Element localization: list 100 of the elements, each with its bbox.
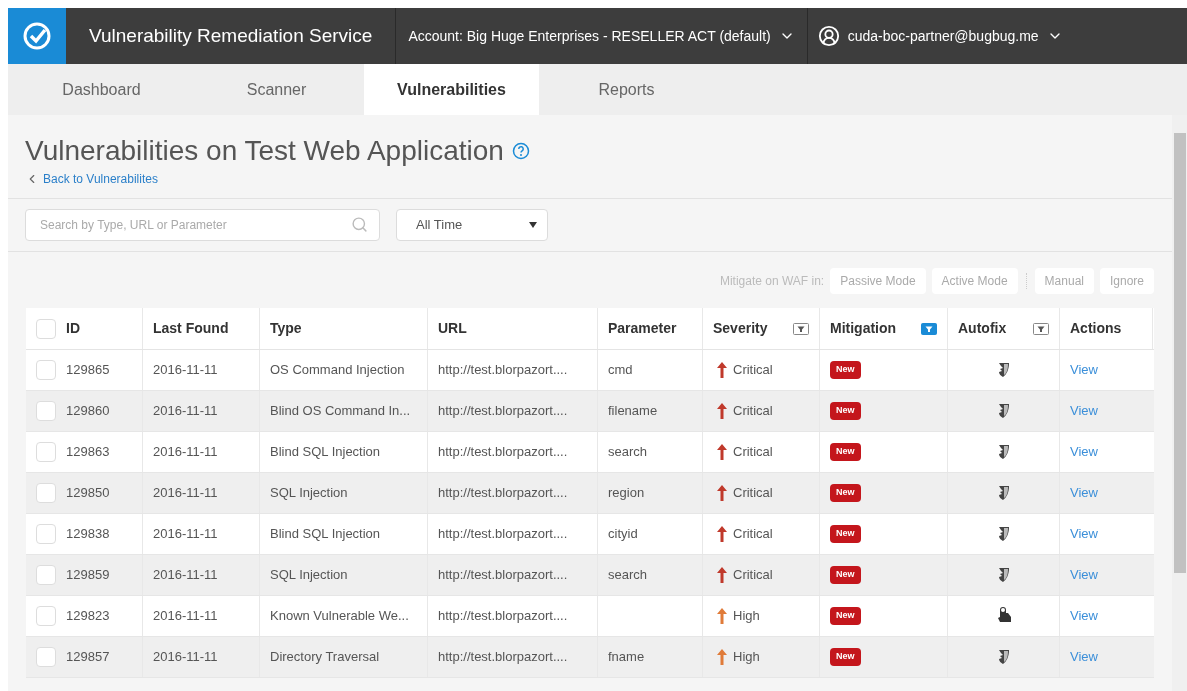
table-cell-text: http://test.blorpazort.... — [438, 361, 568, 380]
severity-label: Critical — [733, 402, 773, 421]
column-header: Type — [270, 319, 302, 338]
table-cell-text: http://test.blorpazort.... — [438, 648, 568, 667]
view-link[interactable]: View — [1070, 524, 1098, 544]
status-badge: New — [830, 566, 861, 584]
search-icon — [351, 216, 368, 233]
table-cell-text: 129823 — [66, 607, 110, 626]
table-row[interactable]: 129838 2016-11-11 Blind SQL Injection http://test.blorpazort.... cityid Critical New View — [26, 514, 1154, 555]
nav-tab[interactable]: Dashboard — [14, 64, 189, 115]
table-row[interactable]: 129865 2016-11-11 OS Command Injection http://test.blorpazort.... cmd Critical New View — [26, 350, 1154, 391]
status-badge: New — [830, 484, 861, 502]
scrollbar-thumb[interactable] — [1173, 133, 1186, 573]
table-cell-text: SQL Injection — [270, 566, 348, 585]
view-link[interactable]: View — [1070, 483, 1098, 503]
checkbox[interactable] — [36, 647, 56, 667]
table-row[interactable]: 129859 2016-11-11 SQL Injection http://test.blorpazort.... search Critical New View — [26, 555, 1154, 596]
table-cell-text: 129838 — [66, 525, 110, 544]
back-link[interactable]: Back to Vulnerabilites — [25, 170, 1155, 188]
search-field[interactable]: Search by Type, URL or Parameter — [25, 209, 380, 241]
severity-label: Critical — [733, 443, 773, 462]
table-cell-text: fname — [608, 648, 645, 667]
table-cell-text: Directory Traversal — [270, 648, 380, 667]
column-header: Parameter — [608, 319, 677, 338]
table-cell-text: filename — [608, 402, 658, 421]
checkbox[interactable] — [36, 524, 56, 544]
filter-icon[interactable] — [1033, 322, 1049, 335]
table-cell-text: cityid — [608, 525, 638, 544]
table-cell-text: 129860 — [66, 402, 110, 421]
table-row[interactable]: 129860 2016-11-11 Blind OS Command In... http://test.blorpazort.... filename Critical New View — [26, 391, 1154, 432]
view-link[interactable]: View — [1070, 565, 1098, 585]
checkbox[interactable] — [36, 318, 56, 339]
table-cell-text: http://test.blorpazort.... — [438, 525, 568, 544]
column-header: Last Found — [153, 319, 229, 338]
table-cell-text: 2016-11-11 — [153, 443, 218, 462]
table-cell-text: Blind OS Command In... — [270, 402, 411, 421]
table-cell-text: 129850 — [66, 484, 110, 503]
table-row[interactable]: 129850 2016-11-11 SQL Injection http://test.blorpazort.... region Critical New View — [26, 473, 1154, 514]
checkbox[interactable] — [36, 565, 56, 585]
table-cell-text: 2016-11-11 — [153, 484, 218, 503]
status-badge: New — [830, 607, 861, 625]
checkbox[interactable] — [36, 483, 56, 503]
table-cell-text: 2016-11-11 — [153, 402, 218, 421]
column-header: Actions — [1070, 319, 1122, 338]
table-cell-text: 129859 — [66, 566, 110, 585]
table-cell-text: cmd — [608, 361, 633, 380]
table-cell-text: 2016-11-11 — [153, 525, 218, 544]
nav-tab[interactable]: Reports — [539, 64, 714, 115]
help-icon[interactable] — [511, 141, 530, 160]
table-cell-text: region — [608, 484, 645, 503]
column-header: Autofix — [958, 319, 1007, 338]
table-cell-text: 2016-11-11 — [153, 648, 218, 667]
table-cell-text: http://test.blorpazort.... — [438, 443, 568, 462]
app-title: Vulnerability Remediation Service — [89, 23, 373, 48]
time-dropdown[interactable]: All Time — [396, 209, 548, 241]
table-cell-text: search — [608, 566, 648, 585]
checkbox[interactable] — [36, 606, 56, 626]
table-cell-text: SQL Injection — [270, 484, 348, 503]
table-cell-text: OS Command Injection — [270, 361, 405, 380]
user-menu[interactable]: cuda-boc-partner@bugbug.me — [807, 8, 1073, 64]
filter-icon[interactable] — [793, 322, 809, 335]
severity-label: Critical — [733, 525, 773, 544]
severity-label: Critical — [733, 484, 773, 503]
status-badge: New — [830, 525, 861, 543]
status-badge: New — [830, 361, 861, 379]
status-badge: New — [830, 443, 861, 461]
table-cell-text: Blind SQL Injection — [270, 525, 381, 544]
table-cell-text: 129863 — [66, 443, 110, 462]
nav-tab[interactable]: Vulnerabilities — [364, 64, 539, 115]
column-header: Severity — [713, 319, 768, 338]
checkbox[interactable] — [36, 442, 56, 462]
nav-tab[interactable]: Scanner — [189, 64, 364, 115]
status-badge: New — [830, 402, 861, 420]
table-row[interactable]: 129823 2016-11-11 Known Vulnerable We... http://test.blorpazort.... High New View — [26, 596, 1154, 637]
view-link[interactable]: View — [1070, 360, 1098, 380]
checkbox[interactable] — [36, 401, 56, 421]
view-link[interactable]: View — [1070, 606, 1098, 626]
table-cell-text: search — [608, 443, 648, 462]
view-link[interactable]: View — [1070, 442, 1098, 462]
table-cell-text: 129865 — [66, 361, 110, 380]
table-cell-text: 2016-11-11 — [153, 361, 218, 380]
status-badge: New — [830, 648, 861, 666]
severity-label: Critical — [733, 361, 773, 380]
checkbox[interactable] — [36, 360, 56, 380]
table-cell-text: http://test.blorpazort.... — [438, 484, 568, 503]
table-cell-text: 2016-11-11 — [153, 566, 218, 585]
view-link[interactable]: View — [1070, 401, 1098, 421]
table-cell-text: Known Vulnerable We... — [270, 607, 409, 626]
table-row[interactable]: 129863 2016-11-11 Blind SQL Injection http://test.blorpazort.... search Critical New View — [26, 432, 1154, 473]
table-cell-text: Blind SQL Injection — [270, 443, 381, 462]
page-title: Vulnerabilities on Test Web Application — [25, 134, 504, 168]
view-link[interactable]: View — [1070, 647, 1098, 667]
caret-icon — [529, 222, 537, 228]
column-header: URL — [438, 319, 467, 338]
mitigate-label: Mitigate on WAF in: — [719, 273, 825, 290]
table-cell-text: http://test.blorpazort.... — [438, 607, 568, 626]
severity-label: High — [733, 607, 760, 626]
severity-label: Critical — [733, 566, 773, 585]
table-row[interactable]: 129857 2016-11-11 Directory Traversal http://test.blorpazort.... fname High New View — [26, 637, 1154, 678]
filter-icon[interactable] — [921, 322, 937, 335]
